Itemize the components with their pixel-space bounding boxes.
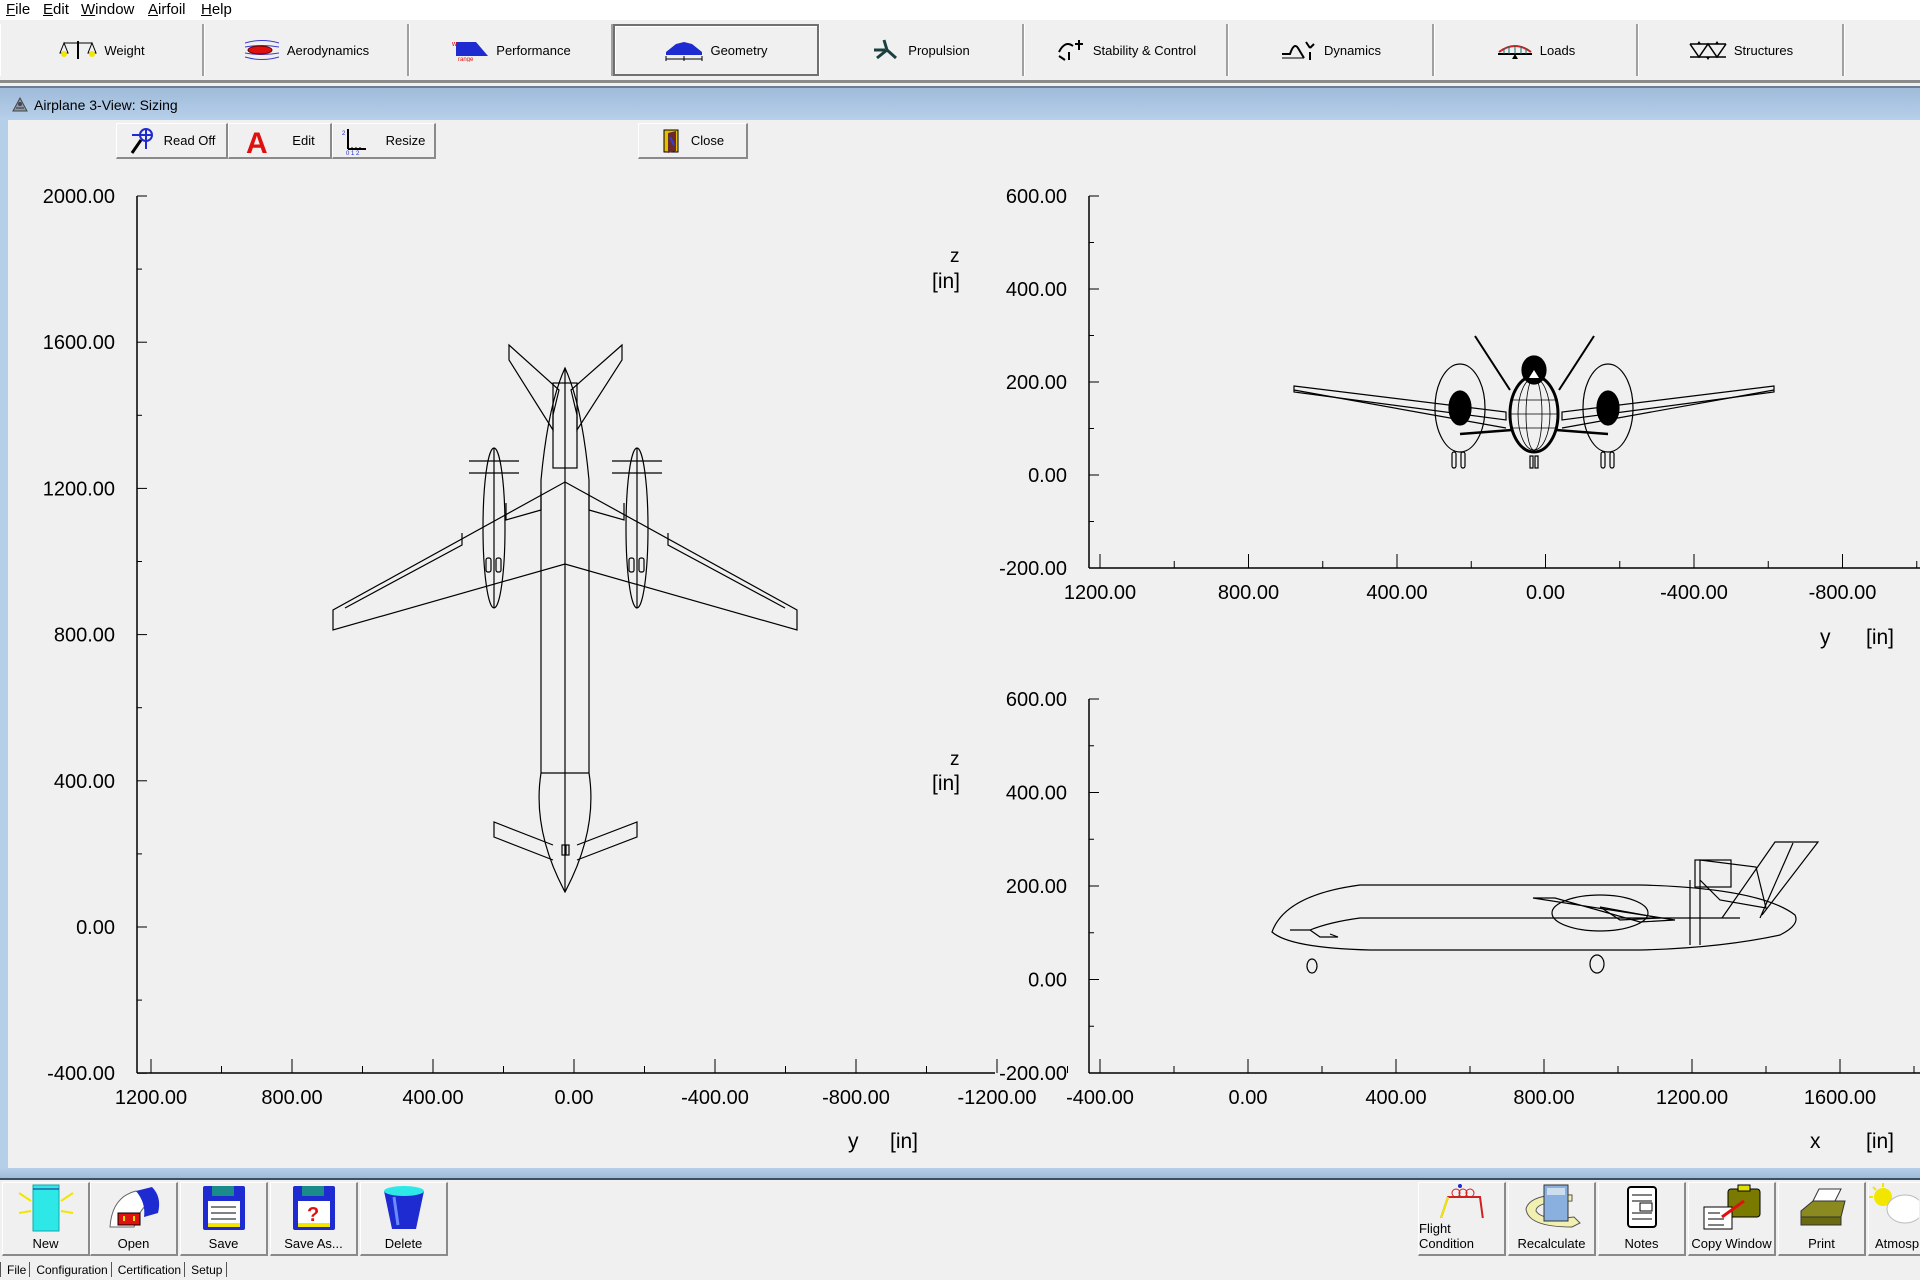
printer-icon <box>1800 1188 1846 1226</box>
view-toolbar: Read Off A Edit 2 0 1 2 Resize Close <box>8 120 1920 164</box>
new-file-icon <box>17 1184 74 1232</box>
module-label: Loads <box>1539 42 1576 58</box>
open-hangar-icon <box>108 1187 159 1228</box>
svg-text:0 1 2: 0 1 2 <box>346 151 360 155</box>
edit-label: Edit <box>292 133 315 148</box>
resize-label: Resize <box>385 133 426 148</box>
tab-setup[interactable]: Setup <box>184 1262 228 1277</box>
module-tab-dynamics[interactable]: Dynamics <box>1228 24 1434 76</box>
tab-file[interactable]: File <box>0 1262 29 1277</box>
airflow-icon <box>244 40 279 60</box>
module-label: Propulsion <box>908 42 970 58</box>
weather-icon <box>1869 1183 1919 1224</box>
trash-bin-icon <box>383 1186 424 1229</box>
open-button[interactable]: Open <box>90 1182 178 1256</box>
module-toolbar: Weight Aerodynamics w range Performance G… <box>0 20 1920 83</box>
new-button[interactable]: New <box>2 1182 90 1256</box>
geometry-wing-icon <box>665 42 703 61</box>
flight-condition-button[interactable]: Flight Condition <box>1418 1182 1506 1256</box>
tab-certification[interactable]: Certification <box>110 1262 184 1277</box>
recalculate-label: Recalculate <box>1517 1236 1586 1251</box>
window-title-bar[interactable]: Airplane 3-View: Sizing <box>0 86 1920 122</box>
atmosphere-label: Atmosp <box>1875 1236 1920 1251</box>
performance-range-icon: w range <box>451 41 489 62</box>
menu-help[interactable]: Help <box>201 1 232 18</box>
save-button[interactable]: Save <box>180 1182 268 1256</box>
tab-configuration[interactable]: Configuration <box>29 1262 110 1277</box>
resize-button[interactable]: 2 0 1 2 Resize <box>332 123 436 159</box>
read-off-label: Read Off <box>163 133 216 148</box>
notes-label: Notes <box>1624 1236 1659 1251</box>
menu-file[interactable]: File <box>6 1 30 18</box>
module-tab-structures[interactable]: Structures <box>1638 24 1844 76</box>
window-left-border <box>0 120 8 1170</box>
balance-scale-icon <box>59 41 98 59</box>
svg-text:?: ? <box>307 1204 319 1226</box>
atmosphere-button[interactable]: Atmosp <box>1868 1182 1920 1256</box>
save-label: Save <box>208 1236 239 1251</box>
module-tab-overflow[interactable] <box>1844 24 1920 76</box>
flight-condition-label: Flight Condition <box>1419 1221 1474 1251</box>
print-label: Print <box>1808 1236 1835 1251</box>
floppy-save-icon <box>202 1186 245 1230</box>
module-tab-aerodynamics[interactable]: Aerodynamics <box>204 24 409 76</box>
save-as-label: Save As... <box>284 1236 343 1251</box>
read-off-button[interactable]: Read Off <box>116 123 228 159</box>
module-label: Weight <box>104 42 145 58</box>
module-tab-loads[interactable]: Loads <box>1434 24 1638 76</box>
notes-button[interactable]: Notes <box>1598 1182 1686 1256</box>
truss-icon <box>1689 41 1727 60</box>
menu-edit[interactable]: Edit <box>43 1 69 18</box>
three-view-plot-area[interactable] <box>8 162 1920 1168</box>
new-label: New <box>32 1236 59 1251</box>
recalculate-button[interactable]: Recalculate <box>1508 1182 1596 1256</box>
notepad-icon <box>1626 1186 1657 1228</box>
close-button[interactable]: Close <box>638 123 748 159</box>
copy-window-icon <box>1703 1184 1760 1230</box>
module-tab-stability-control[interactable]: Stability & Control <box>1024 24 1228 76</box>
module-label: Dynamics <box>1323 42 1382 58</box>
stability-icon <box>1057 40 1083 61</box>
svg-text:2: 2 <box>342 131 346 137</box>
svg-text:range: range <box>458 57 474 62</box>
letter-a-icon: A <box>246 127 268 155</box>
svg-text:w: w <box>451 41 458 48</box>
module-label: Aerodynamics <box>286 42 370 58</box>
open-label: Open <box>117 1236 150 1251</box>
loads-icon <box>1497 45 1532 59</box>
print-button[interactable]: Print <box>1778 1182 1866 1256</box>
close-label: Close <box>690 133 725 148</box>
calculator-icon <box>1524 1184 1581 1228</box>
dynamics-icon <box>1281 41 1315 60</box>
bottom-tab-strip: File Configuration Certification Setup <box>0 1262 1920 1280</box>
window-bottom-border <box>0 1168 1920 1180</box>
flight-condition-icon <box>1439 1184 1484 1218</box>
module-tab-performance[interactable]: w range Performance <box>409 24 613 76</box>
airplane-app-icon <box>12 96 28 112</box>
copy-window-label: Copy Window <box>1691 1236 1772 1251</box>
edit-button[interactable]: A Edit <box>228 123 332 159</box>
propeller-icon <box>874 39 898 60</box>
magnifier-crosshair-icon <box>130 127 153 154</box>
exit-door-icon <box>663 129 679 153</box>
menu-airfoil[interactable]: Airfoil <box>148 1 186 18</box>
delete-label: Delete <box>384 1236 423 1251</box>
module-tab-geometry[interactable]: Geometry <box>613 24 819 76</box>
window-title: Airplane 3-View: Sizing <box>34 97 178 113</box>
menu-bar: File Edit Window Airfoil Help <box>0 0 1920 20</box>
module-tab-propulsion[interactable]: Propulsion <box>819 24 1024 76</box>
menu-window[interactable]: Window <box>81 1 134 18</box>
module-label: Geometry <box>710 42 768 58</box>
delete-button[interactable]: Delete <box>360 1182 448 1256</box>
module-label: Performance <box>496 42 571 58</box>
axis-resize-icon: 2 0 1 2 <box>342 128 366 155</box>
floppy-saveas-icon: ? <box>292 1186 335 1230</box>
save-as-button[interactable]: ? Save As... <box>270 1182 358 1256</box>
svg-text:A: A <box>246 127 268 155</box>
module-tab-weight[interactable]: Weight <box>0 24 204 76</box>
module-label: Structures <box>1733 42 1794 58</box>
module-label: Stability & Control <box>1092 42 1197 58</box>
bottom-toolbar: New Open Save ? Save As... Delete Flight… <box>0 1180 1920 1260</box>
copy-window-button[interactable]: Copy Window <box>1688 1182 1776 1256</box>
